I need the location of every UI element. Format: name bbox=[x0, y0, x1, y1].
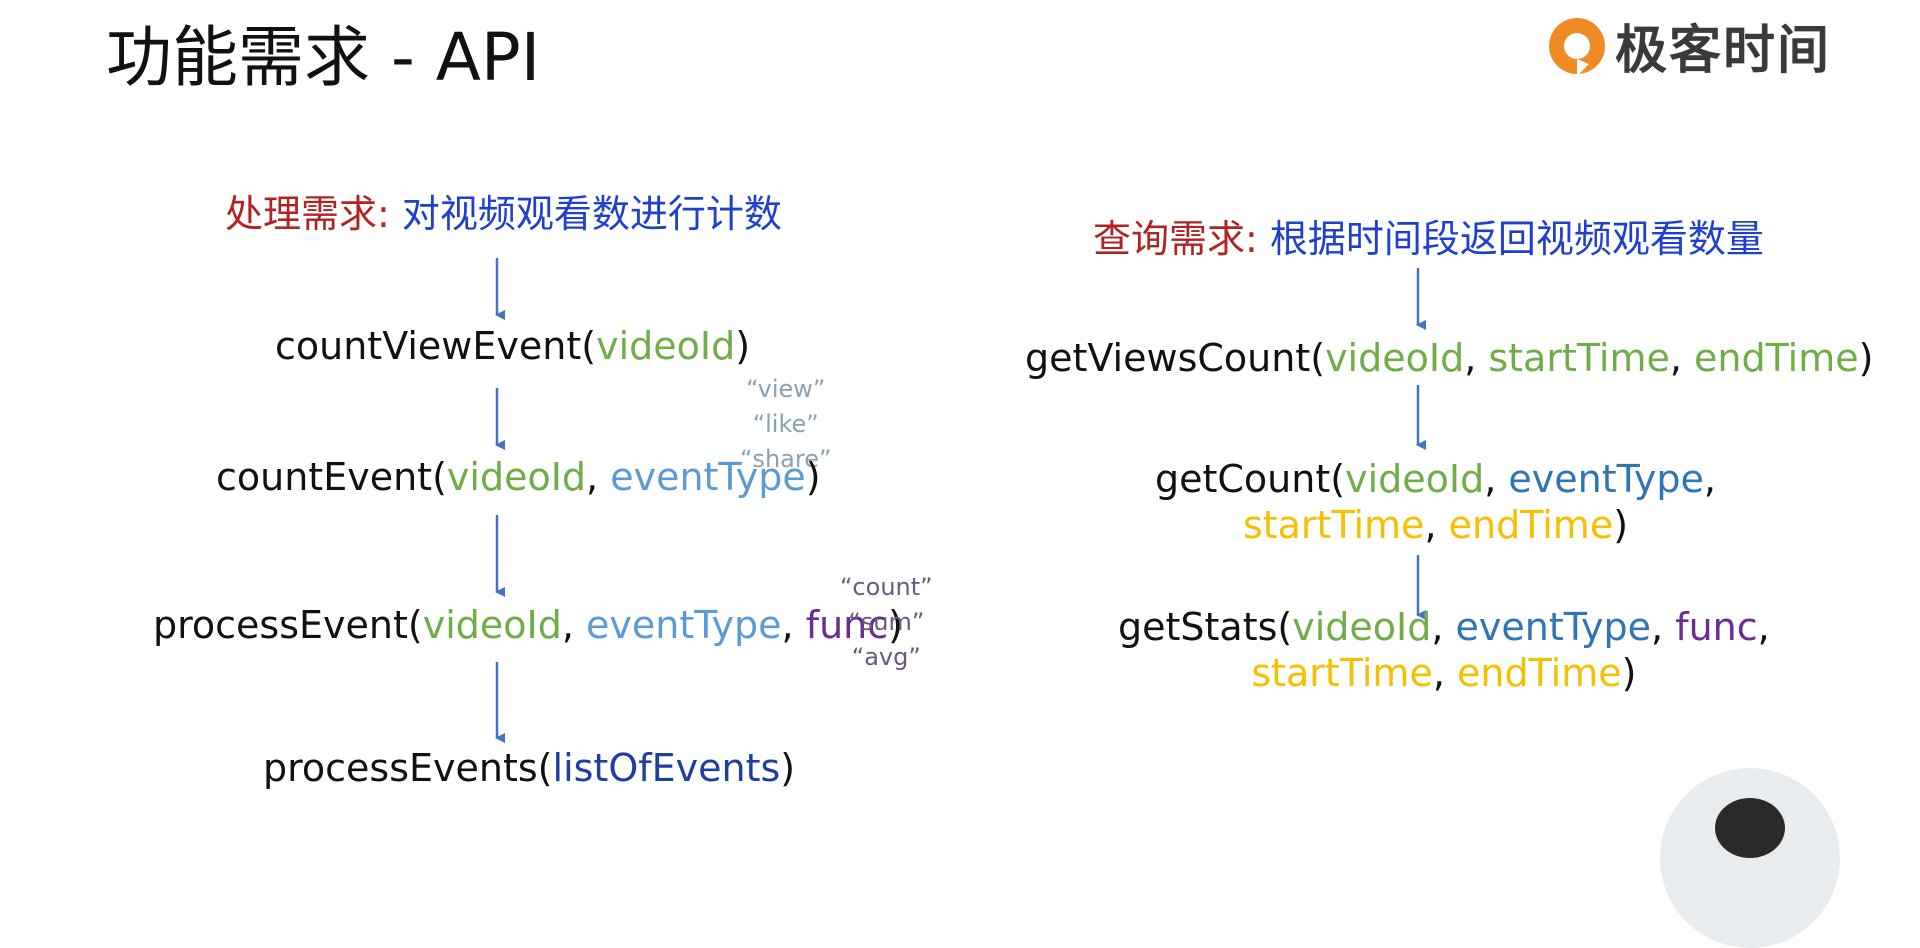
api-name: processEvent( bbox=[153, 603, 423, 647]
api-name: getViewsCount( bbox=[1025, 336, 1326, 380]
func-sum: “sum” bbox=[848, 607, 925, 636]
param-func: func bbox=[1675, 605, 1758, 649]
api-name: getStats( bbox=[1118, 605, 1293, 649]
param-videoId: videoId bbox=[1325, 336, 1465, 380]
param-startTime: startTime bbox=[1242, 502, 1425, 547]
param-endTime: endTime bbox=[1457, 650, 1622, 695]
param-videoId: videoId bbox=[446, 455, 587, 499]
func-values: “count” “sum” “avg” bbox=[840, 570, 933, 674]
separator: , bbox=[586, 455, 611, 499]
api-countViewEvent: countViewEvent(videoId) bbox=[275, 324, 750, 370]
param-endTime: endTime bbox=[1448, 502, 1614, 547]
api-countEvent: countEvent(videoId, eventType) bbox=[216, 455, 821, 501]
api-name: countEvent( bbox=[216, 455, 447, 499]
param-eventType: eventType bbox=[610, 455, 806, 499]
api-getStats: getStats(videoId, eventType, func, start… bbox=[1118, 605, 1770, 696]
api-getCount: getCount(videoId, eventType, startTime, … bbox=[1155, 457, 1716, 548]
presenter-head bbox=[1715, 798, 1785, 858]
func-count: “count” bbox=[840, 573, 933, 601]
param-eventType: eventType bbox=[1455, 605, 1652, 649]
api-getViewsCount: getViewsCount(videoId, startTime, endTim… bbox=[1025, 336, 1873, 382]
right-req-text: 根据时间段返回视频观看数量 bbox=[1257, 217, 1764, 261]
separator: , bbox=[1464, 336, 1489, 380]
separator: , bbox=[561, 603, 587, 647]
param-eventType: eventType bbox=[586, 603, 782, 647]
separator: , bbox=[1484, 457, 1509, 501]
param-videoId: videoId bbox=[422, 603, 562, 647]
param-videoId: videoId bbox=[596, 324, 736, 368]
presenter-avatar bbox=[1660, 768, 1840, 948]
separator: , bbox=[1757, 605, 1770, 649]
left-req-text: 对视频观看数进行计数 bbox=[389, 192, 782, 236]
separator: , bbox=[1432, 650, 1458, 695]
api-name: countViewEvent( bbox=[275, 324, 597, 368]
separator: , bbox=[1651, 605, 1676, 649]
api-close: ) bbox=[1613, 502, 1629, 547]
param-videoId: videoId bbox=[1345, 457, 1485, 501]
right-req-label: 查询需求: bbox=[1093, 217, 1258, 261]
api-close: ) bbox=[1858, 336, 1874, 380]
api-processEvent: processEvent(videoId, eventType, func) bbox=[153, 603, 903, 649]
event-type-like: “like” bbox=[752, 409, 819, 438]
param-startTime: startTime bbox=[1488, 336, 1670, 380]
api-close: ) bbox=[780, 746, 796, 790]
api-name: processEvents( bbox=[263, 746, 553, 790]
separator: , bbox=[1669, 336, 1695, 380]
param-listOfEvents: listOfEvents bbox=[552, 746, 781, 790]
api-close: ) bbox=[735, 324, 751, 368]
api-name: getCount( bbox=[1155, 457, 1346, 501]
separator: , bbox=[781, 603, 806, 647]
left-requirement: 处理需求: 对视频观看数进行计数 bbox=[225, 192, 782, 238]
param-videoId: videoId bbox=[1292, 605, 1432, 649]
api-close: ) bbox=[1621, 650, 1637, 695]
api-close: ) bbox=[805, 455, 821, 499]
separator: , bbox=[1703, 457, 1716, 501]
param-startTime: startTime bbox=[1251, 650, 1433, 695]
param-endTime: endTime bbox=[1694, 336, 1859, 380]
right-requirement: 查询需求: 根据时间段返回视频观看数量 bbox=[1093, 217, 1764, 263]
api-processEvents: processEvents(listOfEvents) bbox=[263, 746, 795, 792]
separator: , bbox=[1431, 605, 1456, 649]
func-avg: “avg” bbox=[851, 642, 921, 671]
event-type-view: “view” bbox=[746, 375, 826, 403]
left-req-label: 处理需求: bbox=[225, 192, 390, 236]
param-eventType: eventType bbox=[1508, 457, 1704, 501]
separator: , bbox=[1424, 502, 1449, 547]
